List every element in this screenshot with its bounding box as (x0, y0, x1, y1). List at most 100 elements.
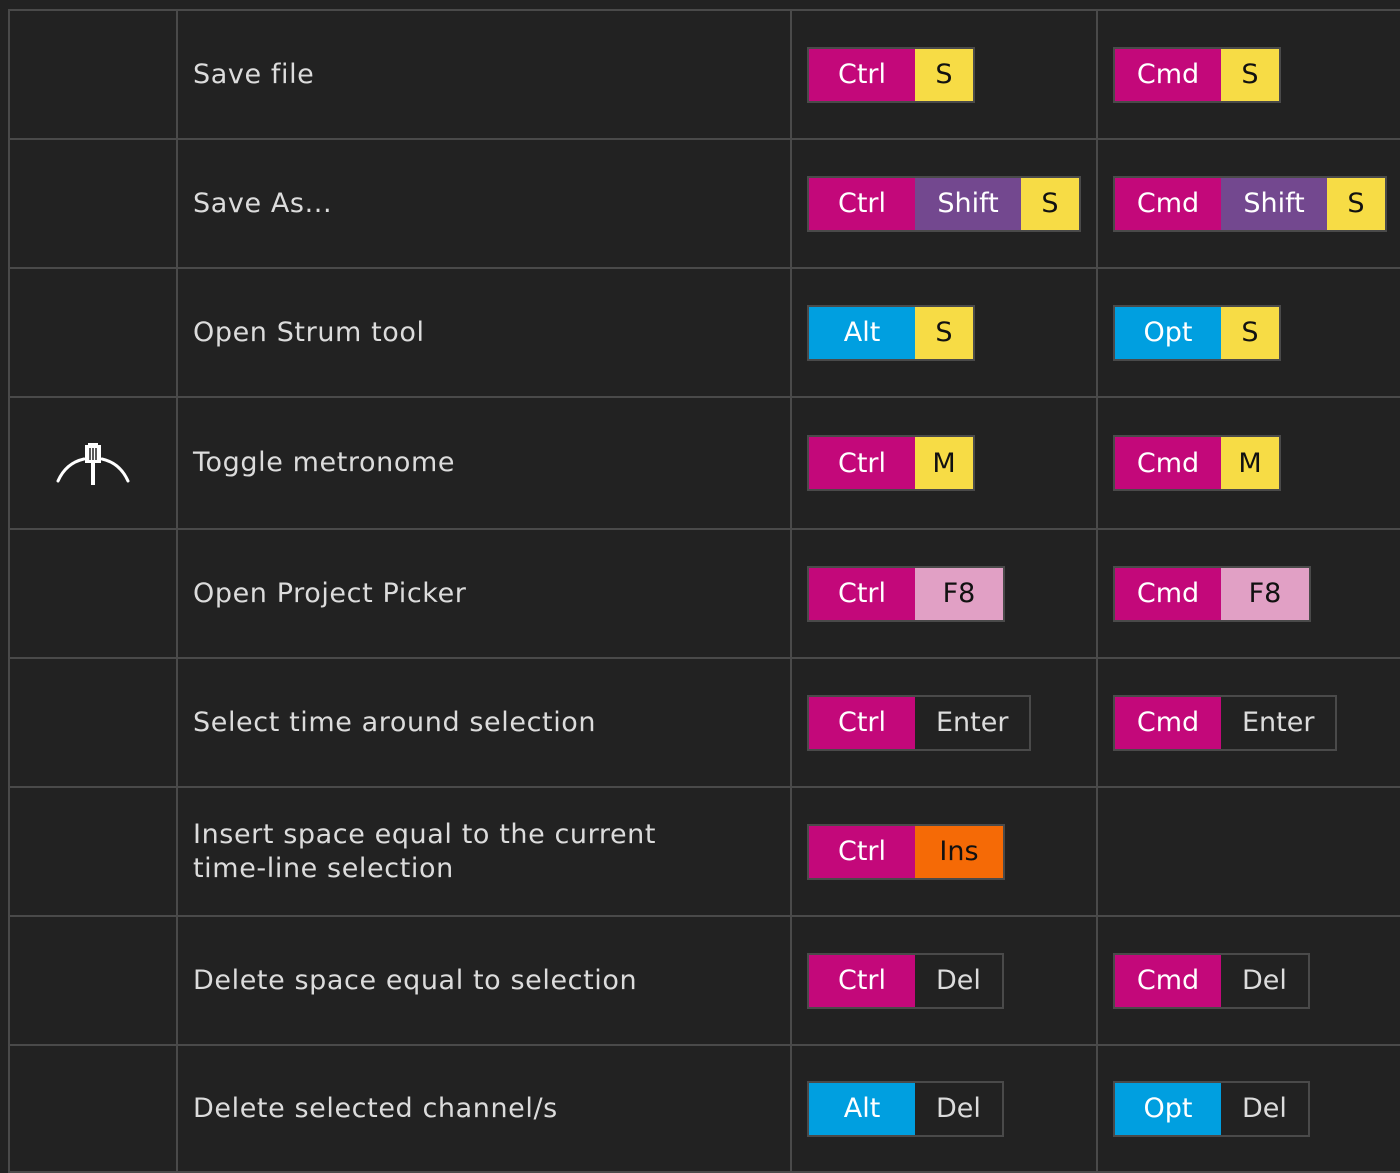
icon-cell (10, 530, 178, 657)
key-cmd: Cmd (1115, 177, 1221, 230)
key-s: S (1221, 48, 1279, 101)
table-row: Open Strum tool Alt S Opt S (10, 269, 1400, 398)
table-row: Delete space equal to selection Ctrl Del Cm… (10, 917, 1400, 1046)
icon-cell (10, 788, 178, 915)
key-m: M (1221, 437, 1279, 489)
action-description: Save file (193, 58, 315, 90)
windows-shortcut-cell: Ctrl F8 (792, 530, 1098, 657)
win-shortcut-combo: Ctrl Enter (807, 694, 1032, 751)
action-description: Select time around selection (193, 706, 597, 738)
key-cmd: Cmd (1115, 48, 1221, 101)
win-shortcut-combo: Alt S (807, 304, 975, 361)
mac-shortcut-cell: Cmd M (1098, 398, 1400, 528)
mac-shortcut-cell: Cmd S (1098, 11, 1400, 138)
key-shift: Shift (915, 177, 1021, 230)
action-description: Toggle metronome (193, 447, 456, 478)
win-shortcut-combo: Ctrl F8 (807, 565, 1005, 622)
action-cell: Open Project Picker (178, 530, 792, 657)
key-s: S (1021, 177, 1079, 230)
action-cell: Delete selected channel/s (178, 1046, 792, 1171)
mac-shortcut-combo: Cmd Del (1113, 952, 1310, 1009)
key-cmd: Cmd (1115, 954, 1221, 1007)
key-ctrl: Ctrl (809, 177, 915, 230)
win-shortcut-combo: Ctrl Shift S (807, 175, 1081, 232)
icon-cell (10, 1046, 178, 1171)
key-cmd: Cmd (1115, 437, 1221, 489)
icon-cell (10, 269, 178, 396)
windows-shortcut-cell: Ctrl Enter (792, 659, 1098, 786)
table-row: Delete selected channel/s Alt Del Opt Del (10, 1046, 1400, 1173)
windows-shortcut-cell: Alt Del (792, 1046, 1098, 1171)
icon-cell (10, 140, 178, 267)
mac-shortcut-cell: Cmd Shift S (1098, 140, 1400, 267)
key-ctrl: Ctrl (809, 825, 915, 878)
key-ctrl: Ctrl (809, 437, 915, 489)
windows-shortcut-cell: Ctrl M (792, 398, 1098, 528)
action-description: Insert space equal to the current time-l… (193, 818, 657, 884)
key-cmd: Cmd (1115, 567, 1221, 620)
key-m: M (915, 437, 973, 489)
mac-shortcut-combo: Cmd M (1113, 435, 1281, 491)
action-description: Open Project Picker (193, 577, 467, 609)
shortcut-table: Save file Ctrl S Cmd S Save As... Ctrl Shift S Cm… (8, 9, 1400, 1173)
win-shortcut-combo: Ctrl S (807, 46, 975, 103)
table-row: Toggle metronome Ctrl M Cmd M (10, 398, 1400, 530)
mac-shortcut-combo: Cmd S (1113, 46, 1281, 103)
action-cell: Insert space equal to the current time-l… (178, 788, 792, 915)
key-ctrl: Ctrl (809, 954, 915, 1007)
action-cell: Delete space equal to selection (178, 917, 792, 1044)
key-alt: Alt (809, 306, 915, 359)
table-row: Save file Ctrl S Cmd S (10, 11, 1400, 140)
windows-shortcut-cell: Alt S (792, 269, 1098, 396)
key-opt: Opt (1115, 306, 1221, 359)
action-description: Open Strum tool (193, 316, 425, 348)
key-opt: Opt (1115, 1082, 1221, 1135)
key-del: Del (1221, 954, 1308, 1007)
mac-shortcut-combo: Cmd Enter (1113, 694, 1338, 751)
mac-shortcut-cell (1098, 788, 1400, 915)
key-ctrl: Ctrl (809, 567, 915, 620)
key-ctrl: Ctrl (809, 48, 915, 101)
windows-shortcut-cell: Ctrl Ins (792, 788, 1098, 915)
action-cell: Toggle metronome (178, 398, 792, 528)
action-cell: Save file (178, 11, 792, 138)
key-s: S (1327, 177, 1385, 230)
metronome-icon (54, 435, 132, 491)
key-alt: Alt (809, 1082, 915, 1135)
key-cmd: Cmd (1115, 696, 1221, 749)
action-cell: Open Strum tool (178, 269, 792, 396)
mac-shortcut-combo: Cmd F8 (1113, 565, 1311, 622)
action-description: Save As... (193, 187, 333, 219)
icon-cell (10, 659, 178, 786)
key-s: S (1221, 306, 1279, 359)
mac-shortcut-cell: Opt Del (1098, 1046, 1400, 1171)
icon-cell (10, 398, 178, 528)
windows-shortcut-cell: Ctrl S (792, 11, 1098, 138)
key-f8: F8 (1221, 567, 1309, 620)
action-description: Delete space equal to selection (193, 964, 638, 996)
win-shortcut-combo: Ctrl Del (807, 952, 1004, 1009)
key-ins: Ins (915, 825, 1003, 878)
table-row: Save As... Ctrl Shift S Cmd Shift S (10, 140, 1400, 269)
key-f8: F8 (915, 567, 1003, 620)
key-enter: Enter (915, 696, 1030, 749)
windows-shortcut-cell: Ctrl Del (792, 917, 1098, 1044)
key-del: Del (915, 954, 1002, 1007)
mac-shortcut-cell: Cmd Del (1098, 917, 1400, 1044)
icon-cell (10, 917, 178, 1044)
key-s: S (915, 306, 973, 359)
icon-cell (10, 11, 178, 138)
win-shortcut-combo: Alt Del (807, 1080, 1004, 1137)
table-row: Select time around selection Ctrl Enter Cmd… (10, 659, 1400, 788)
key-ctrl: Ctrl (809, 696, 915, 749)
table-row: Open Project Picker Ctrl F8 Cmd F8 (10, 530, 1400, 659)
key-del: Del (915, 1082, 1002, 1135)
key-s: S (915, 48, 973, 101)
win-shortcut-combo: Ctrl Ins (807, 823, 1005, 880)
win-shortcut-combo: Ctrl M (807, 435, 975, 491)
mac-shortcut-combo: Opt Del (1113, 1080, 1310, 1137)
action-cell: Save As... (178, 140, 792, 267)
action-cell: Select time around selection (178, 659, 792, 786)
key-enter: Enter (1221, 696, 1336, 749)
mac-shortcut-combo: Opt S (1113, 304, 1281, 361)
